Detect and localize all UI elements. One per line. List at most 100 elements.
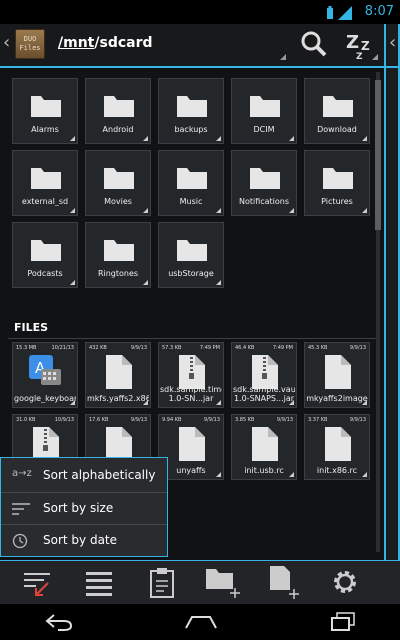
folder-icon xyxy=(323,93,353,121)
selection-corner[interactable] xyxy=(216,472,221,477)
folder-icon xyxy=(323,165,353,193)
battery-icon xyxy=(326,5,334,19)
clipboard-icon[interactable] xyxy=(149,567,175,603)
logo-text: DUO Files xyxy=(19,35,41,52)
back-nav-icon[interactable] xyxy=(44,613,74,635)
file-size: 57.3 KB xyxy=(162,345,182,351)
selection-corner[interactable] xyxy=(143,400,148,405)
selection-corner[interactable] xyxy=(143,136,148,141)
folder-tile[interactable]: external_sd xyxy=(12,150,78,216)
list-view-icon[interactable] xyxy=(84,569,114,601)
folder-icon xyxy=(31,165,61,193)
sort-by-size-label: Sort by size xyxy=(43,501,114,515)
system-nav-bar xyxy=(0,604,400,640)
folder-name: Pictures xyxy=(321,197,353,206)
selection-corner[interactable] xyxy=(362,208,367,213)
file-date: 7:49 PM xyxy=(199,345,220,351)
selection-corner[interactable] xyxy=(70,136,75,141)
folder-name: Podcasts xyxy=(27,269,63,278)
folder-name: usbStorage xyxy=(168,269,214,278)
path-dropdown-icon[interactable] xyxy=(280,54,286,60)
file-date: 10/9/13 xyxy=(54,417,74,423)
folder-tile[interactable]: usbStorage xyxy=(158,222,224,288)
folder-tile[interactable]: Pictures xyxy=(304,150,370,216)
file-size: 15.3 MB xyxy=(16,345,37,351)
folder-tile[interactable]: DCIM xyxy=(231,78,297,144)
selection-corner[interactable] xyxy=(289,136,294,141)
folder-name: Download xyxy=(317,125,357,134)
folder-tile[interactable]: Notifications xyxy=(231,150,297,216)
file-icon xyxy=(325,427,351,465)
selection-corner[interactable] xyxy=(289,472,294,477)
selection-corner[interactable] xyxy=(216,400,221,405)
folder-tile[interactable]: backups xyxy=(158,78,224,144)
folder-name: DCIM xyxy=(253,125,275,134)
selection-corner[interactable] xyxy=(143,208,148,213)
pane-divider[interactable] xyxy=(384,24,386,604)
file-tile[interactable]: 3.37 KB 9/9/13 init.x86.rc xyxy=(304,414,370,480)
file-tile[interactable]: 432 KB 9/9/13 mkfs.yaffs2.x86 xyxy=(85,342,151,408)
selection-corner[interactable] xyxy=(70,400,75,405)
scrollbar-thumb[interactable] xyxy=(375,80,381,230)
file-tile[interactable]: 57.3 KB 7:49 PM sdk.sample.timezones-1.0-S… xyxy=(158,342,224,408)
home-nav-icon[interactable] xyxy=(184,614,218,634)
folder-tile[interactable]: Movies xyxy=(85,150,151,216)
selection-corner[interactable] xyxy=(70,280,75,285)
back-chevron-icon[interactable]: ‹ xyxy=(3,32,10,53)
sort-icon[interactable] xyxy=(22,569,54,601)
selection-corner[interactable] xyxy=(143,280,148,285)
folder-tile[interactable]: Music xyxy=(158,150,224,216)
svg-text:Z: Z xyxy=(361,39,370,53)
clock-text: 8:07 xyxy=(364,4,394,19)
file-name: init.x86.rc xyxy=(316,466,358,475)
folder-name: Ringtones xyxy=(97,269,139,278)
file-tile[interactable]: 15.3 MB 10/21/13 Agoogle_keyboard.apk xyxy=(12,342,78,408)
file-date: 9/9/13 xyxy=(203,417,220,423)
file-tile[interactable]: 3.85 KB 9/9/13 init.usb.rc xyxy=(231,414,297,480)
selection-corner[interactable] xyxy=(216,136,221,141)
sort-by-date-item[interactable]: Sort by date xyxy=(1,525,167,556)
folder-tile[interactable]: Android xyxy=(85,78,151,144)
sort-alphabetically-item[interactable]: a→z Sort alphabetically xyxy=(1,460,167,491)
recents-nav-icon[interactable] xyxy=(330,612,356,636)
search-icon[interactable] xyxy=(300,30,328,62)
folder-tile[interactable]: Podcasts xyxy=(12,222,78,288)
file-date: 9/9/13 xyxy=(130,345,147,351)
folder-tile[interactable]: Download xyxy=(304,78,370,144)
folder-icon xyxy=(104,93,134,121)
folder-icon xyxy=(177,93,207,121)
selection-corner[interactable] xyxy=(289,400,294,405)
new-file-icon[interactable] xyxy=(268,564,302,604)
sort-by-date-label: Sort by date xyxy=(43,533,118,547)
folder-name: Android xyxy=(102,125,134,134)
folder-name: backups xyxy=(174,125,208,134)
svg-text:Z: Z xyxy=(356,52,363,60)
selection-corner[interactable] xyxy=(362,136,367,141)
file-name: init.usb.rc xyxy=(244,466,284,475)
selection-corner[interactable] xyxy=(216,208,221,213)
path-root[interactable]: /mnt xyxy=(58,35,94,51)
file-tile[interactable]: 45.3 KB 9/9/13 mkyaffs2image xyxy=(304,342,370,408)
settings-gear-icon[interactable] xyxy=(330,567,360,601)
file-icon xyxy=(325,355,351,393)
file-name: unyaffs xyxy=(176,466,206,475)
sort-by-size-item[interactable]: Sort by size xyxy=(1,493,167,524)
svg-text:Z: Z xyxy=(346,32,359,53)
selection-corner[interactable] xyxy=(289,208,294,213)
selection-corner[interactable] xyxy=(362,472,367,477)
folder-name: Music xyxy=(179,197,203,206)
selection-corner[interactable] xyxy=(362,400,367,405)
folder-tile[interactable]: Ringtones xyxy=(85,222,151,288)
file-size: 31.0 KB xyxy=(16,417,36,423)
second-pane-chevron[interactable]: ‹ xyxy=(389,32,396,53)
current-path[interactable]: /mnt/sdcard xyxy=(58,35,153,51)
new-folder-icon[interactable] xyxy=(205,565,241,603)
selection-corner[interactable] xyxy=(70,208,75,213)
app-logo[interactable]: DUO Files xyxy=(15,29,45,59)
selection-corner[interactable] xyxy=(216,280,221,285)
folder-name: external_sd xyxy=(21,197,69,206)
folder-name: Alarms xyxy=(31,125,59,134)
status-bar: 8:07 xyxy=(0,0,400,24)
file-tile[interactable]: 46.4 KB 7:49 PM sdk.sample.vault-1.0-SNAPS… xyxy=(231,342,297,408)
folder-tile[interactable]: Alarms xyxy=(12,78,78,144)
